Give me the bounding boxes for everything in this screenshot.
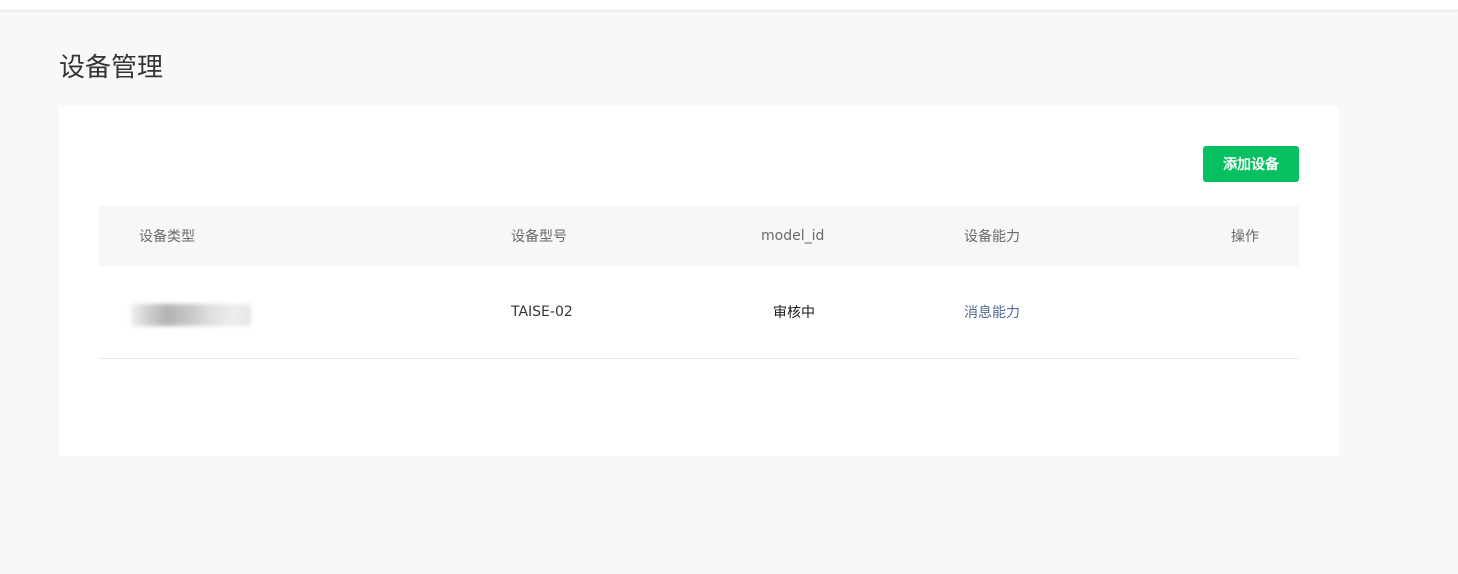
table-row: TAISE-02 审核中 消息能力 — [99, 266, 1299, 359]
header-device-model: 设备型号 — [511, 229, 567, 245]
device-table: 设备类型 设备型号 model_id 设备能力 操作 TAISE-02 审核中 … — [99, 206, 1299, 359]
add-device-button[interactable]: 添加设备 — [1203, 146, 1299, 182]
status-text: 审核中 — [773, 305, 815, 321]
header-operations: 操作 — [1231, 229, 1259, 245]
message-ability-link[interactable]: 消息能力 — [964, 302, 1020, 322]
cell-device-model: TAISE-02 — [511, 304, 573, 320]
top-bar — [0, 0, 1458, 11]
header-device-type: 设备类型 — [139, 229, 195, 245]
redacted-device-type — [131, 304, 251, 326]
header-model-id: model_id — [761, 228, 825, 244]
header-device-ability: 设备能力 — [964, 229, 1020, 245]
page-title: 设备管理 — [59, 53, 164, 83]
table-header: 设备类型 设备型号 model_id 设备能力 操作 — [99, 206, 1299, 266]
cell-device-ability: 消息能力 — [964, 266, 1020, 358]
cell-model-id-status: 审核中 — [773, 266, 815, 358]
device-card: 添加设备 设备类型 设备型号 model_id 设备能力 操作 TAISE-02… — [59, 106, 1339, 456]
